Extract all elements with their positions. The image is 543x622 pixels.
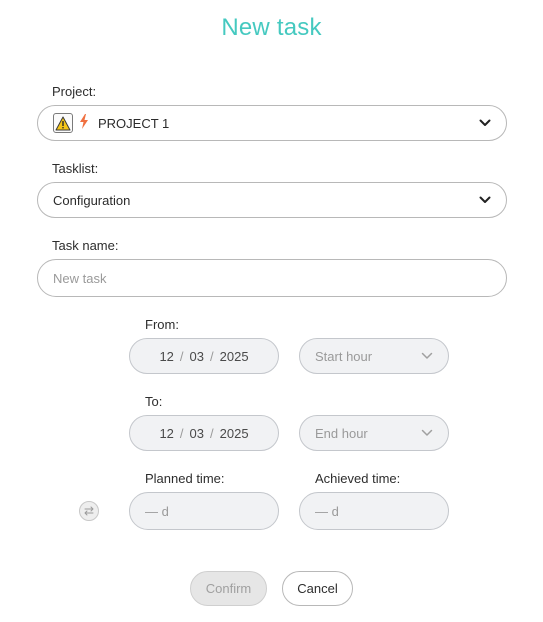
- end-hour-select[interactable]: End hour: [299, 415, 449, 451]
- cancel-button[interactable]: Cancel: [282, 571, 353, 606]
- to-day: 12: [159, 425, 174, 441]
- lightning-icon: [79, 114, 89, 132]
- dialog-title: New task: [221, 14, 322, 41]
- tasklist-label: Tasklist:: [52, 161, 99, 176]
- confirm-button[interactable]: Confirm: [190, 571, 267, 606]
- date-separator: /: [210, 348, 214, 364]
- achieved-time-input[interactable]: — d: [299, 492, 449, 530]
- project-icons: [53, 113, 89, 133]
- planned-time-label: Planned time:: [145, 471, 225, 486]
- swap-icon[interactable]: [79, 501, 99, 521]
- planned-time-input[interactable]: — d: [129, 492, 279, 530]
- chevron-down-icon: [420, 349, 434, 363]
- start-hour-select[interactable]: Start hour: [299, 338, 449, 374]
- chevron-down-icon: [420, 426, 434, 440]
- date-separator: /: [210, 425, 214, 441]
- warning-icon: [53, 113, 73, 133]
- from-month: 03: [189, 348, 204, 364]
- project-select[interactable]: PROJECT 1: [37, 105, 507, 141]
- from-day: 12: [159, 348, 174, 364]
- to-year: 2025: [219, 425, 249, 441]
- from-year: 2025: [219, 348, 249, 364]
- planned-time-value: — d: [145, 503, 169, 519]
- chevron-down-icon: [478, 193, 492, 207]
- project-value: PROJECT 1: [98, 115, 170, 131]
- from-label: From:: [145, 317, 179, 332]
- task-name-input[interactable]: [37, 259, 507, 297]
- task-name-label: Task name:: [52, 238, 119, 253]
- from-date-input[interactable]: 12 / 03 / 2025: [129, 338, 279, 374]
- date-separator: /: [179, 348, 184, 364]
- to-month: 03: [189, 425, 204, 441]
- achieved-time-label: Achieved time:: [315, 471, 401, 486]
- start-hour-placeholder: Start hour: [315, 348, 373, 364]
- chevron-down-icon: [478, 116, 492, 130]
- date-separator: /: [179, 425, 184, 441]
- to-date-input[interactable]: 12 / 03 / 2025: [129, 415, 279, 451]
- to-label: To:: [145, 394, 163, 409]
- achieved-time-value: — d: [315, 503, 339, 519]
- tasklist-select[interactable]: Configuration: [37, 182, 507, 218]
- end-hour-placeholder: End hour: [315, 425, 368, 441]
- project-label: Project:: [52, 84, 97, 99]
- new-task-dialog: New task Project: PROJECT 1 Tasklist: Co…: [0, 0, 543, 622]
- tasklist-value: Configuration: [53, 192, 131, 208]
